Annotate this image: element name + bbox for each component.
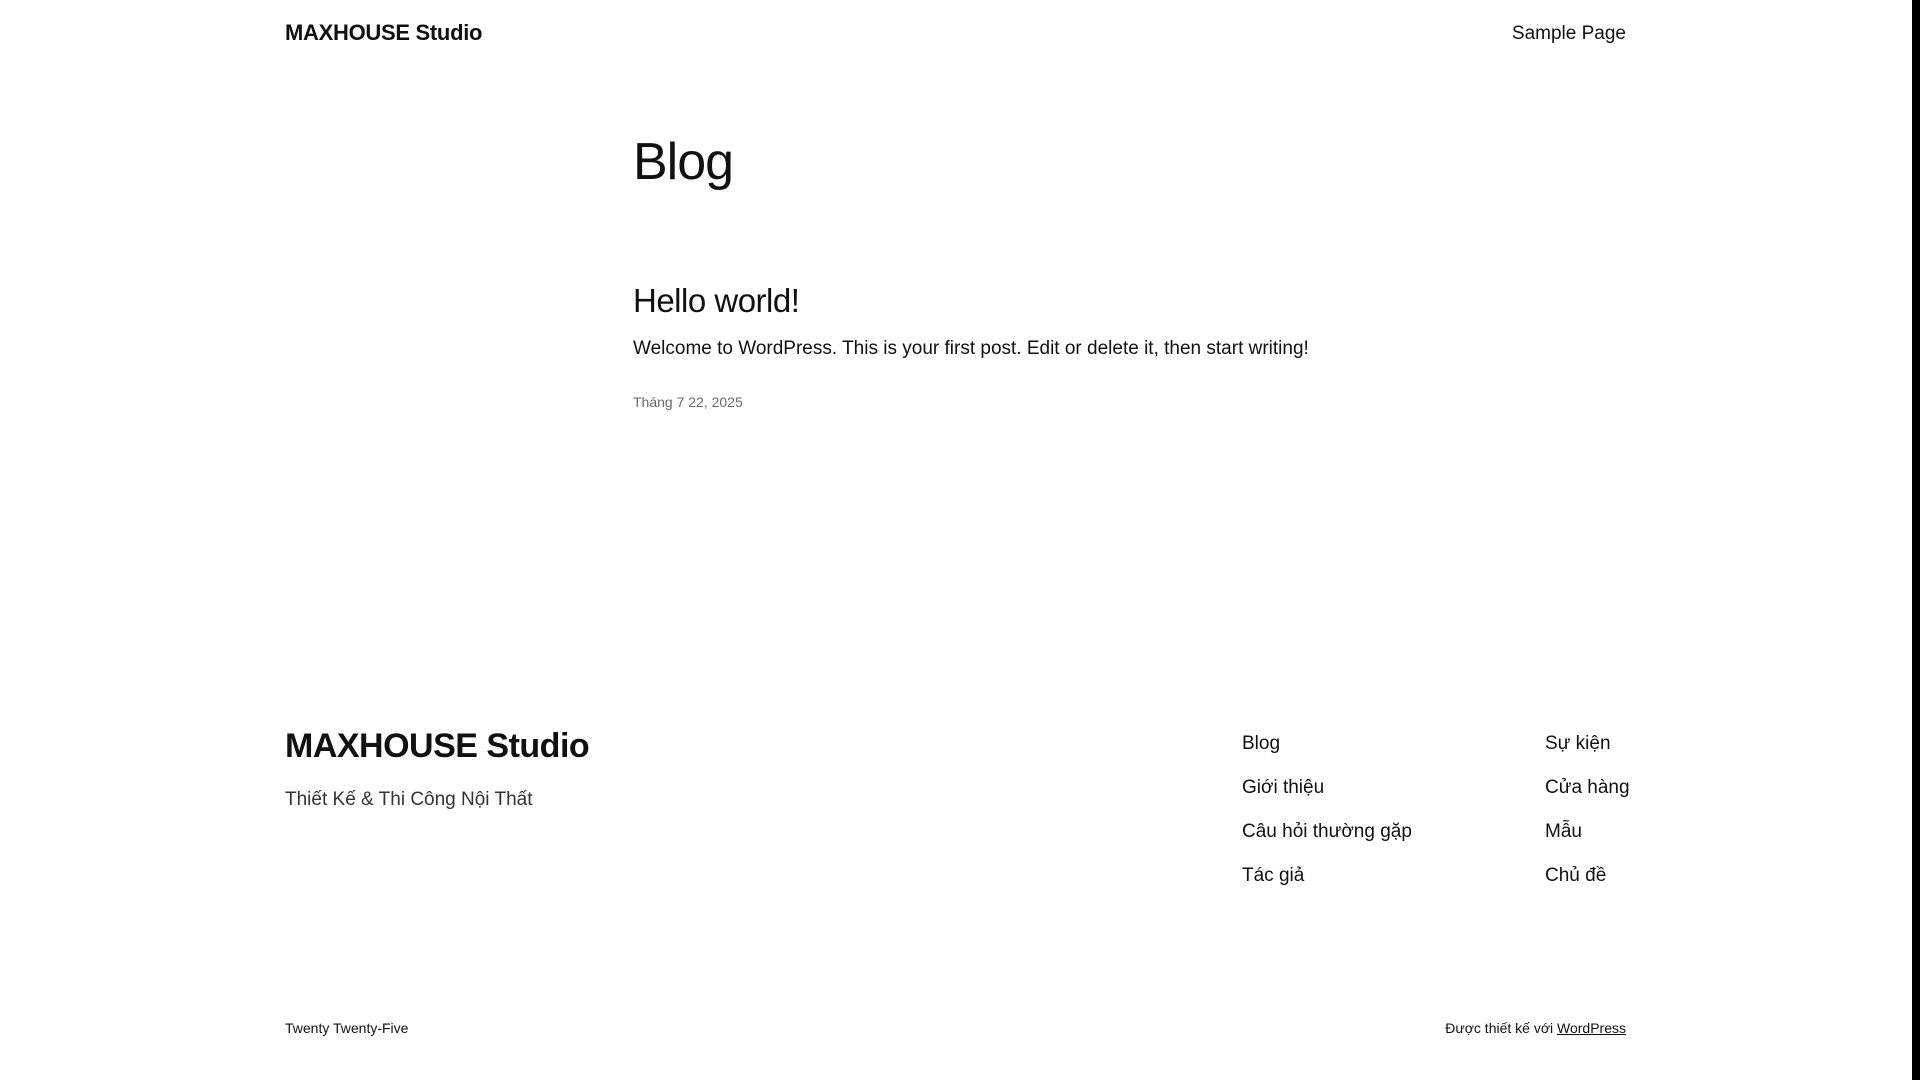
footer-nav-column-1: Blog Giới thiệu Câu hỏi thường gặp Tác g… (1242, 733, 1412, 909)
footer-tagline: Thiết Kế & Thi Công Nội Thất (285, 789, 533, 810)
footer-site-title[interactable]: MAXHOUSE Studio (285, 727, 590, 766)
footer-link-events[interactable]: Sự kiện (1545, 733, 1630, 777)
footer-link-blog[interactable]: Blog (1242, 733, 1412, 777)
post-title-link[interactable]: Hello world! (633, 281, 800, 321)
footer-link-faq[interactable]: Câu hỏi thường gặp (1242, 821, 1412, 865)
post-excerpt: Welcome to WordPress. This is your first… (633, 338, 1309, 359)
post-date[interactable]: Tháng 7 22, 2025 (633, 394, 743, 410)
footer-nav-column-2: Sự kiện Cửa hàng Mẫu Chủ đề (1545, 733, 1630, 909)
footer-link-themes[interactable]: Chủ đề (1545, 865, 1630, 909)
powered-by: Được thiết kế với WordPress (1445, 1020, 1626, 1036)
vertical-scrollbar[interactable] (1912, 0, 1920, 1080)
page-title: Blog (633, 133, 734, 191)
footer-link-about[interactable]: Giới thiệu (1242, 777, 1412, 821)
nav-item-sample-page[interactable]: Sample Page (1512, 23, 1626, 45)
powered-by-prefix: Được thiết kế với (1445, 1020, 1554, 1036)
theme-credit-link[interactable]: Twenty Twenty-Five (285, 1020, 408, 1036)
wordpress-link[interactable]: WordPress (1557, 1020, 1626, 1036)
footer-link-authors[interactable]: Tác giả (1242, 865, 1412, 909)
site-title-link[interactable]: MAXHOUSE Studio (285, 20, 482, 46)
footer-link-patterns[interactable]: Mẫu (1545, 821, 1630, 865)
page: MAXHOUSE Studio Sample Page Blog Hello w… (0, 0, 1920, 1080)
footer-link-shop[interactable]: Cửa hàng (1545, 777, 1630, 821)
